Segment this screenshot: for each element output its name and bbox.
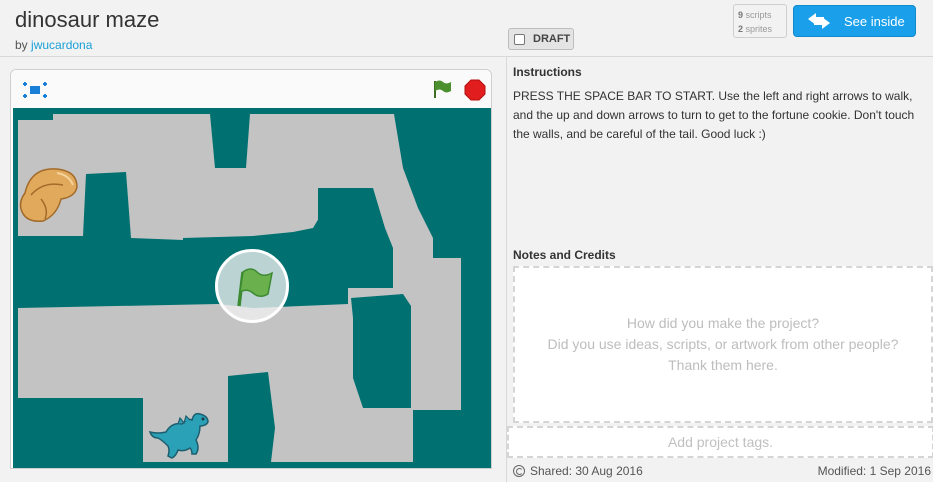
draft-label: DRAFT (533, 33, 571, 45)
project-player (10, 69, 492, 469)
notes-placeholder-line: Thank them here. (668, 357, 778, 373)
tags-input[interactable]: Add project tags. (507, 426, 933, 458)
start-overlay[interactable] (215, 249, 289, 323)
by-prefix: by (15, 38, 28, 52)
modified-date: Modified: 1 Sep 2016 (817, 464, 931, 478)
see-inside-label: See inside (844, 13, 905, 29)
notes-placeholder: How did you make the project? Did you us… (548, 313, 899, 376)
scripts-count: 9 (738, 10, 744, 20)
notes-placeholder-line: How did you make the project? (626, 315, 820, 331)
shared-date-text: Shared: 30 Aug 2016 (530, 464, 643, 478)
sprites-stat: 2 sprites (738, 22, 782, 36)
green-flag-icon[interactable] (431, 78, 453, 100)
fullscreen-icon[interactable] (22, 80, 48, 100)
notes-textarea[interactable]: How did you make the project? Did you us… (513, 266, 933, 423)
project-title[interactable]: dinosaur maze (15, 7, 159, 33)
draft-toggle[interactable]: DRAFT (508, 28, 574, 50)
sprites-count: 2 (738, 24, 744, 34)
project-header: dinosaur maze by jwucardona DRAFT 9 scri… (0, 0, 933, 57)
see-inside-icon (808, 13, 830, 29)
fortune-cookie-sprite (19, 168, 78, 222)
byline: by jwucardona (15, 38, 92, 52)
shared-date: Shared: 30 Aug 2016 (513, 464, 643, 478)
player-controls (11, 70, 491, 108)
green-flag-icon (237, 268, 274, 307)
instructions-text[interactable]: PRESS THE SPACE BAR TO START. Use the le… (513, 87, 923, 144)
sprites-label: sprites (745, 24, 773, 34)
scripts-stat: 9 scripts (738, 8, 782, 22)
project-dates: Shared: 30 Aug 2016 Modified: 1 Sep 2016 (513, 464, 931, 480)
project-page: dinosaur maze by jwucardona DRAFT 9 scri… (0, 0, 933, 482)
stop-icon[interactable] (464, 79, 486, 101)
notes-placeholder-line: Did you use ideas, scripts, or artwork f… (547, 336, 899, 352)
project-stats: 9 scripts 2 sprites (733, 4, 787, 38)
instructions-heading: Instructions (513, 65, 582, 79)
see-inside-button[interactable]: See inside (793, 5, 916, 37)
author-link[interactable]: jwucardona (31, 38, 92, 52)
scripts-label: scripts (745, 10, 772, 20)
stage[interactable] (13, 108, 491, 468)
draft-checkbox[interactable] (514, 33, 525, 45)
creative-commons-icon[interactable] (513, 465, 525, 477)
notes-heading: Notes and Credits (513, 248, 616, 262)
project-info-panel: Instructions PRESS THE SPACE BAR TO STAR… (506, 57, 933, 482)
dinosaur-sprite (148, 412, 209, 459)
